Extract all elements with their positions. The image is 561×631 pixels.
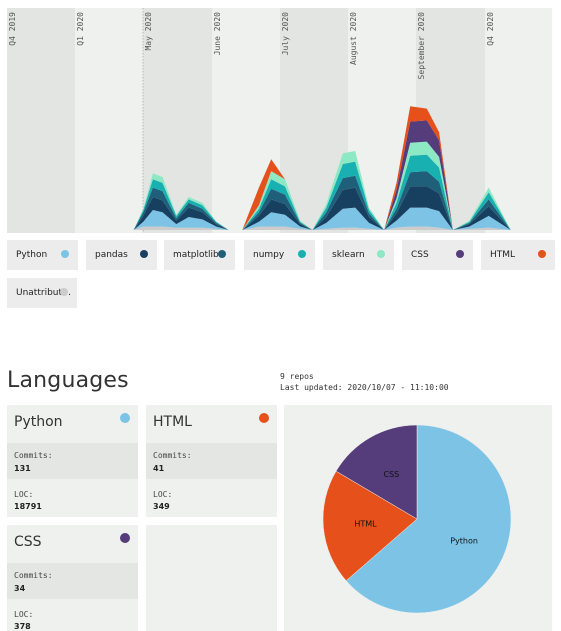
legend-label: numpy <box>253 250 285 260</box>
legend-label: CSS <box>411 250 429 260</box>
legend-color-icon <box>377 250 385 258</box>
language-card-css[interactable]: CSS Commits: 34 LOC: 378 <box>7 525 138 631</box>
legend-item-html[interactable]: HTML <box>481 240 555 270</box>
page-title: Languages <box>7 368 129 393</box>
loc-label: LOC: <box>14 490 34 499</box>
legend-label: pandas <box>95 250 128 260</box>
repo-count: 9 repos <box>280 372 314 381</box>
commits-box: Commits: 34 <box>7 563 138 599</box>
legend-color-icon <box>60 288 68 296</box>
x-tick-label: Q1 2020 <box>76 12 85 46</box>
pie-chart: Python HTML CSS <box>322 424 512 614</box>
x-tick-label: July 2020 <box>281 12 290 56</box>
language-card-python[interactable]: Python Commits: 131 LOC: 18791 <box>7 405 138 517</box>
last-updated: Last updated: 2020/10/07 - 11:10:00 <box>280 383 449 392</box>
pie-panel: Python HTML CSS <box>284 405 552 631</box>
commits-box: Commits: 41 <box>146 443 277 479</box>
x-tick-label: June 2020 <box>213 12 222 56</box>
loc-label: LOC: <box>14 610 34 619</box>
commits-label: Commits: <box>14 571 53 580</box>
x-tick-label: September 2020 <box>417 12 426 80</box>
commits-box: Commits: 131 <box>7 443 138 479</box>
repo-meta: 9 repos Last updated: 2020/10/07 - 11:10… <box>280 371 449 393</box>
legend-item-sklearn[interactable]: sklearn <box>323 240 394 270</box>
legend-item-unattributed[interactable]: Unattribut… <box>7 278 77 308</box>
x-tick-label: Q4 2019 <box>8 12 17 46</box>
color-dot-icon <box>259 413 269 423</box>
loc-label: LOC: <box>153 490 173 499</box>
legend-label: matplotlib <box>173 250 219 260</box>
loc-value: 18791 <box>14 502 42 511</box>
legend-color-icon <box>61 250 69 258</box>
legend-item-python[interactable]: Python <box>7 240 78 270</box>
legend-item-matplotlib[interactable]: matplotlib <box>164 240 235 270</box>
area-chart: Q4 2019 Q1 2020 May 2020 June 2020 July 2020… <box>7 8 552 233</box>
legend-label: sklearn <box>332 250 365 260</box>
language-name: HTML <box>153 414 192 430</box>
empty-card <box>146 525 277 631</box>
pie-label: HTML <box>354 520 377 529</box>
legend-item-numpy[interactable]: numpy <box>244 240 315 270</box>
color-dot-icon <box>120 533 130 543</box>
legend-label: Python <box>16 250 48 260</box>
color-dot-icon <box>120 413 130 423</box>
language-name: Python <box>14 414 63 430</box>
pie-label: CSS <box>384 470 400 479</box>
language-name: CSS <box>14 534 42 550</box>
commits-label: Commits: <box>153 451 192 460</box>
commits-value: 34 <box>14 584 26 593</box>
legend-color-icon <box>298 250 306 258</box>
legend-color-icon <box>140 250 148 258</box>
loc-value: 378 <box>14 622 31 631</box>
commits-label: Commits: <box>14 451 53 460</box>
time-band <box>7 8 75 233</box>
legend-label: HTML <box>490 250 516 260</box>
legend-item-css[interactable]: CSS <box>402 240 473 270</box>
loc-value: 349 <box>153 502 170 511</box>
legend-color-icon <box>456 250 464 258</box>
language-card-html[interactable]: HTML Commits: 41 LOC: 349 <box>146 405 277 517</box>
x-tick-label: Q4 2020 <box>486 12 495 46</box>
legend-color-icon <box>218 250 226 258</box>
commits-value: 41 <box>153 464 165 473</box>
legend-color-icon <box>538 250 546 258</box>
commits-value: 131 <box>14 464 31 473</box>
legend-item-pandas[interactable]: pandas <box>86 240 157 270</box>
x-tick-label: May 2020 <box>144 12 153 51</box>
pie-label: Python <box>450 536 478 545</box>
x-tick-label: August 2020 <box>349 12 358 65</box>
